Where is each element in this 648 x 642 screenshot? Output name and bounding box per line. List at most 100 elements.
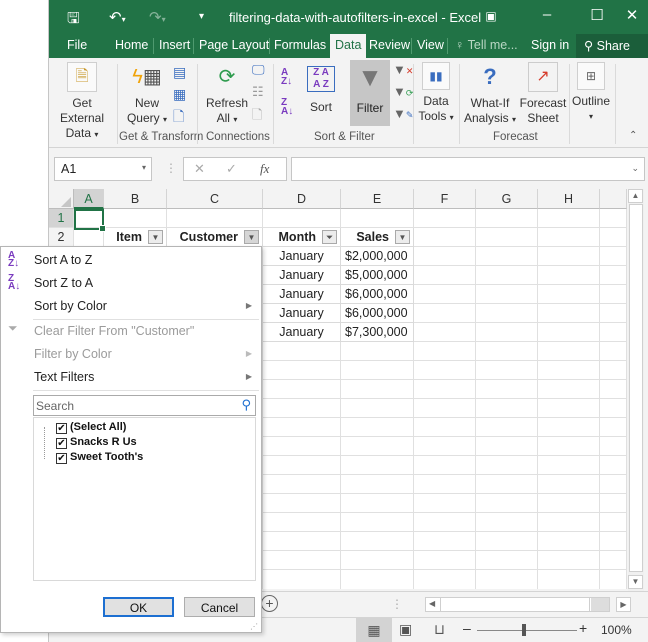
new-sheet-button[interactable]: + <box>261 595 278 612</box>
from-table-icon[interactable]: ▦ <box>173 86 186 103</box>
column-header-b[interactable]: B <box>104 189 167 209</box>
column-header-h[interactable]: H <box>538 189 600 209</box>
filter-item[interactable]: ✔ Sweet Tooth's <box>56 451 143 464</box>
page-layout-view-icon[interactable]: ▣ <box>399 621 412 638</box>
vertical-scroll-thumb[interactable] <box>629 204 643 572</box>
data-tools-button[interactable]: ▮▮ Data Tools ▾ <box>417 60 455 125</box>
scroll-right-button[interactable]: ▶ <box>616 597 631 612</box>
cell-sales[interactable]: $6,000,000 <box>341 304 414 323</box>
sort-a-to-z-icon[interactable]: A Z↓ <box>281 68 292 87</box>
menu-item-text-filters[interactable]: Text Filters ▶ <box>1 366 261 389</box>
save-icon[interactable]: 🖫 <box>67 8 80 33</box>
what-if-analysis-button[interactable]: ? What-If Analysis ▾ <box>462 60 518 127</box>
properties-icon[interactable]: ☷ <box>252 84 264 100</box>
tab-insert[interactable]: Insert <box>159 38 190 52</box>
header-cell-item[interactable]: Item ▼ <box>104 228 167 247</box>
outline-button[interactable]: ⊞ Outline ▾ <box>571 60 611 124</box>
edit-links-icon[interactable]: 🗋 <box>252 106 262 128</box>
menu-item-filter-by-color[interactable]: Filter by Color ▶ <box>1 343 261 366</box>
normal-view-icon[interactable]: ▦ <box>356 618 392 642</box>
header-cell-sales[interactable]: Sales ▼ <box>341 228 414 247</box>
tab-home[interactable]: Home <box>115 38 148 52</box>
connections-icon[interactable]: 🖵 <box>252 62 265 78</box>
name-box[interactable]: A1 ▾ <box>54 157 152 181</box>
advanced-filter-icon[interactable]: ▼✎ <box>393 106 413 121</box>
ribbon-display-options-icon[interactable]: ▣ <box>476 9 506 23</box>
cancel-entry-icon[interactable]: ✕ <box>194 161 205 177</box>
forecast-sheet-button[interactable]: ↗ Forecast Sheet <box>519 60 567 126</box>
page-break-preview-icon[interactable]: ⊔ <box>434 621 445 638</box>
sign-in-link[interactable]: Sign in <box>531 38 569 52</box>
show-queries-icon[interactable]: ▤ <box>173 64 186 81</box>
confirm-entry-icon[interactable]: ✓ <box>226 161 237 177</box>
zoom-level[interactable]: 100% <box>601 623 632 637</box>
autofilter-active-icon-month[interactable]: ⏷ <box>322 230 337 244</box>
autofilter-dropdown-customer[interactable]: ▼ <box>244 230 259 244</box>
resize-grip-icon[interactable]: ⋰ <box>250 622 258 631</box>
insert-function-icon[interactable]: fx <box>260 161 269 177</box>
cell-sales[interactable]: $7,300,000 <box>341 323 414 342</box>
tab-formulas[interactable]: Formulas <box>274 38 326 52</box>
cell-sales[interactable]: $5,000,000 <box>341 266 414 285</box>
horizontal-scrollbar[interactable]: ◀ <box>425 597 610 612</box>
new-query-button[interactable]: ϟ▦ New Query ▾ <box>121 60 173 127</box>
row-header-1[interactable]: 1 <box>49 209 74 228</box>
cell-month[interactable]: January <box>263 323 341 342</box>
refresh-all-button[interactable]: ⟳ Refresh All ▾ <box>202 60 252 127</box>
tell-me-search[interactable]: ♀ Tell me... <box>455 38 518 52</box>
header-cell-month[interactable]: Month ⏷ <box>263 228 341 247</box>
column-header-e[interactable]: E <box>341 189 414 209</box>
scroll-left-button[interactable]: ◀ <box>429 599 435 608</box>
close-button[interactable]: ✕ <box>617 6 647 24</box>
filter-button[interactable]: ▼ Filter <box>350 60 390 126</box>
cell-sales[interactable]: $2,000,000 <box>341 247 414 266</box>
redo-icon[interactable]: ↷▾ <box>149 8 166 26</box>
scroll-up-button[interactable]: ▲ <box>628 189 643 203</box>
sort-button[interactable]: Z AA Z Sort <box>303 60 339 115</box>
column-header-a[interactable]: A <box>74 189 104 209</box>
autofilter-dropdown-item[interactable]: ▼ <box>148 230 163 244</box>
reapply-filter-icon[interactable]: ▼⟳ <box>393 84 413 99</box>
cell-month[interactable]: January <box>263 247 341 266</box>
recent-sources-icon[interactable]: 🗋 <box>173 106 184 130</box>
column-header-c[interactable]: C <box>167 189 263 209</box>
active-cell-a1[interactable] <box>74 209 106 232</box>
tab-file[interactable]: File <box>67 38 87 52</box>
header-cell-customer[interactable]: Customer ▼ <box>167 228 263 247</box>
zoom-out-button[interactable]: – <box>463 620 471 636</box>
cell-month[interactable]: January <box>263 266 341 285</box>
expand-formula-bar-icon[interactable]: ⌄ <box>631 163 639 174</box>
menu-item-sort-by-color[interactable]: Sort by Color ▶ <box>1 295 261 318</box>
undo-icon[interactable]: ↶▾ <box>109 8 126 26</box>
filter-search-input[interactable]: Search ⚲ <box>33 395 256 416</box>
filter-item[interactable]: ✔ Snacks R Us <box>56 436 137 449</box>
zoom-slider[interactable] <box>477 630 577 631</box>
customize-quick-access-icon[interactable]: ▾ <box>199 11 204 22</box>
menu-item-clear-filter[interactable]: ⏷ Clear Filter From "Customer" <box>1 320 261 343</box>
checkbox-checked[interactable]: ✔ <box>56 423 67 434</box>
minimize-button[interactable]: – <box>532 6 562 23</box>
get-external-data-button[interactable]: 🗎 Get External Data ▾ <box>51 60 113 142</box>
vertical-scrollbar[interactable]: ▲ ▼ <box>628 189 644 591</box>
cell-month[interactable]: January <box>263 304 341 323</box>
share-button[interactable]: ⚲ Share <box>576 34 648 58</box>
ok-button[interactable]: OK <box>103 597 174 617</box>
drag-handle-icon[interactable]: ⋮ <box>165 161 177 175</box>
zoom-in-button[interactable]: + <box>579 620 587 636</box>
collapse-ribbon-icon[interactable]: ⌃ <box>629 130 637 141</box>
tab-view[interactable]: View <box>417 38 444 52</box>
column-header-g[interactable]: G <box>476 189 538 209</box>
checkbox-checked[interactable]: ✔ <box>56 438 67 449</box>
column-header-f[interactable]: F <box>414 189 476 209</box>
zoom-slider-thumb[interactable] <box>522 624 526 636</box>
menu-item-sort-a-to-z[interactable]: A Z↓ Sort A to Z <box>1 249 261 272</box>
menu-item-sort-z-to-a[interactable]: Z A↓ Sort Z to A <box>1 272 261 295</box>
cell-sales[interactable]: $6,000,000 <box>341 285 414 304</box>
cell-month[interactable]: January <box>263 285 341 304</box>
cancel-button[interactable]: Cancel <box>184 597 255 617</box>
clear-filter-icon[interactable]: ▼✕ <box>393 62 413 77</box>
column-header-d[interactable]: D <box>263 189 341 209</box>
drag-handle-icon[interactable]: ⋮ <box>391 597 403 611</box>
autofilter-dropdown-sales[interactable]: ▼ <box>395 230 410 244</box>
sort-z-to-a-icon[interactable]: Z A↓ <box>281 98 293 117</box>
